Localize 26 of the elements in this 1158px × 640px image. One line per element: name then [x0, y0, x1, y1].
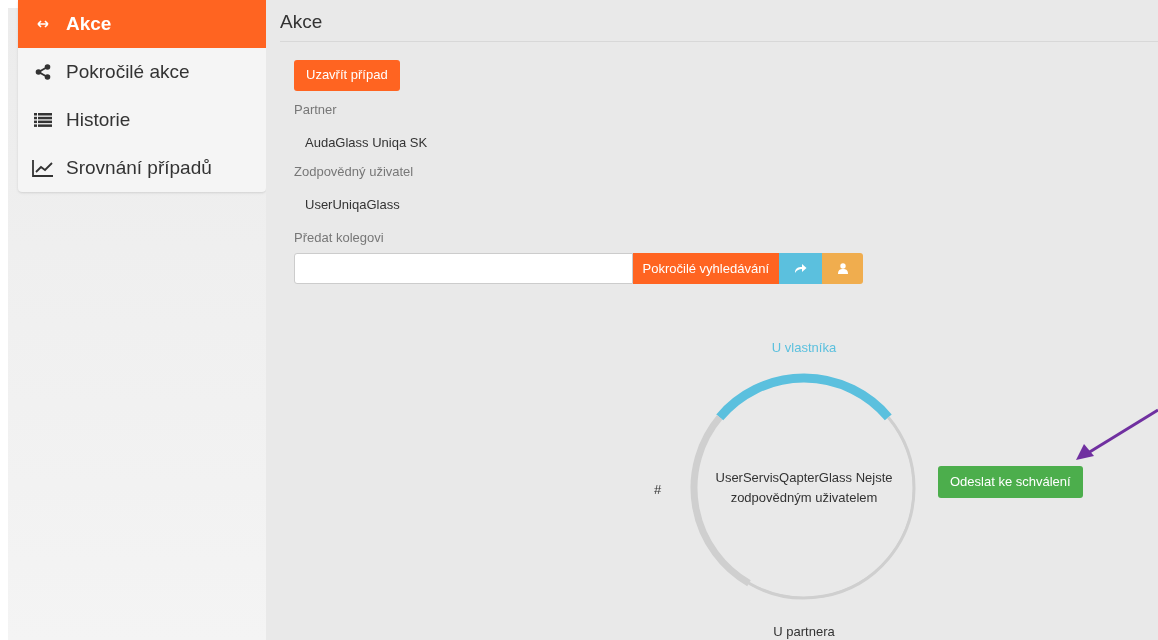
colleague-input-field[interactable] — [294, 253, 633, 284]
forward-arrow-icon — [794, 263, 807, 274]
field-value: UserUniqaGlass — [304, 196, 401, 214]
stage-label: # — [654, 481, 662, 497]
double-arrow-icon — [35, 20, 51, 28]
field-label: Partner — [294, 100, 338, 119]
field-label: Zodpovědný uživatel — [294, 162, 415, 181]
user-button[interactable] — [822, 253, 863, 284]
sidebar-item[interactable]: Pokročilé akce — [18, 48, 266, 96]
list-icon — [34, 113, 52, 127]
advanced-search-button[interactable]: Pokročilé vyhledávání — [632, 253, 779, 284]
sidebar-item[interactable]: Akce — [18, 0, 266, 48]
forward-button[interactable] — [779, 253, 822, 284]
sidebar-item[interactable]: Historie — [18, 96, 266, 144]
line-chart-icon — [32, 159, 54, 177]
submit-approval-button[interactable]: Odeslat ke schválení — [938, 465, 1083, 498]
share-icon — [35, 64, 51, 80]
field-value: AudaGlass Uniqa SK — [304, 134, 429, 152]
close-case-button[interactable]: Uzavřít případ — [294, 59, 400, 91]
stage-label: U partnera — [773, 622, 835, 640]
user-icon — [837, 263, 848, 274]
page-title: Akce — [280, 11, 323, 32]
sidebar-item[interactable]: Srovnání případů — [18, 144, 266, 192]
field-label: Předat kolegovi — [294, 228, 385, 247]
stage-label: U vlastníka — [771, 339, 837, 357]
status-message: UserServisQapterGlass Nejste zodpovědným uživatelem — [714, 468, 894, 507]
